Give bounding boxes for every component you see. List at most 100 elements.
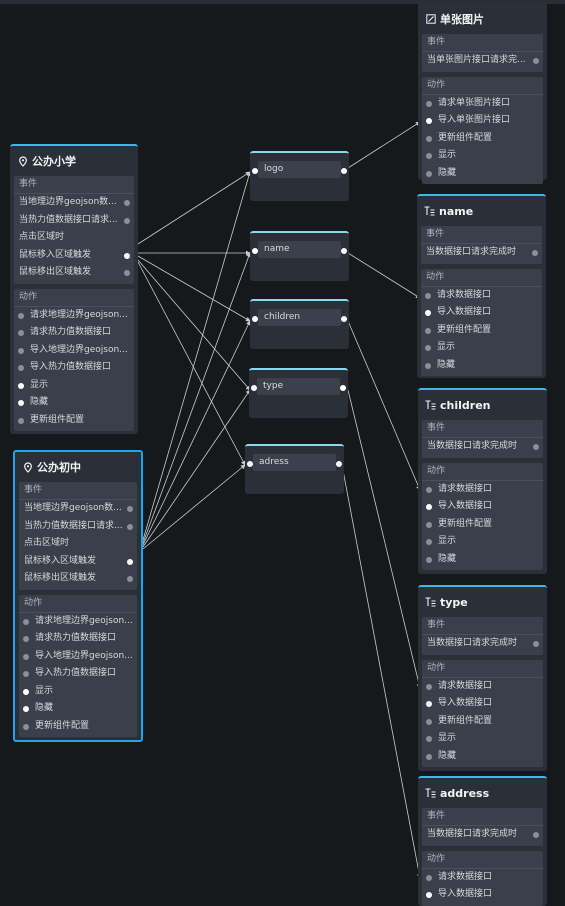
event-item[interactable]: 点击区域时: [19, 535, 137, 553]
output-port[interactable]: [127, 523, 133, 530]
input-port[interactable]: [18, 347, 24, 354]
action-item[interactable]: 导入热力值数据接口: [19, 665, 137, 683]
field-node-type[interactable]: type: [249, 368, 348, 418]
event-item[interactable]: 当数据接口请求完成时: [422, 826, 543, 844]
input-port[interactable]: [426, 556, 432, 563]
output-port[interactable]: [533, 58, 539, 64]
event-item[interactable]: 鼠标移出区域触发: [14, 264, 134, 282]
event-item[interactable]: 鼠标移入区域触发: [14, 247, 134, 265]
action-item[interactable]: 显示: [422, 533, 543, 551]
input-port[interactable]: [425, 310, 431, 316]
action-item[interactable]: 请求数据接口: [422, 869, 543, 887]
input-port[interactable]: [426, 753, 432, 760]
action-item[interactable]: 隐藏: [421, 357, 542, 375]
input-port[interactable]: [426, 170, 432, 177]
input-port[interactable]: [425, 362, 431, 369]
action-item[interactable]: 导入地理边界geojson...: [19, 648, 137, 666]
text-node-name[interactable]: name 事件 当数据接口请求完成时 动作 请求数据接口 导入数据接口 更新组件…: [417, 194, 546, 378]
action-item[interactable]: 请求数据接口: [422, 481, 543, 499]
input-port[interactable]: [425, 345, 431, 351]
input-port[interactable]: [252, 248, 258, 254]
output-port[interactable]: [127, 506, 133, 512]
input-port[interactable]: [426, 539, 432, 545]
text-node-children[interactable]: children 事件 当数据接口请求完成时 动作 请求数据接口 导入数据接口 …: [418, 388, 547, 574]
text-node-address[interactable]: address 事件 当数据接口请求完成时 动作 请求数据接口 导入数据接口: [418, 776, 547, 906]
action-item[interactable]: 更新组件配置: [422, 516, 543, 534]
output-port[interactable]: [124, 217, 130, 224]
output-port[interactable]: [532, 250, 538, 256]
input-port[interactable]: [23, 723, 29, 730]
input-port[interactable]: [23, 653, 29, 660]
map-node-primary-school[interactable]: 公办小学 事件 当地理边界geojson数... 当热力值数据接口请求... 点…: [10, 144, 138, 434]
input-port[interactable]: [23, 618, 29, 625]
action-item[interactable]: 请求数据接口: [421, 287, 542, 305]
output-port[interactable]: [533, 444, 539, 450]
action-item[interactable]: 更新组件配置: [19, 718, 137, 736]
action-item[interactable]: 隐藏: [14, 394, 134, 412]
action-item[interactable]: 更新组件配置: [422, 130, 543, 148]
input-port[interactable]: [18, 330, 24, 336]
input-port[interactable]: [23, 671, 29, 677]
output-port[interactable]: [533, 832, 539, 838]
text-node-type[interactable]: type 事件 当数据接口请求完成时 动作 请求数据接口 导入数据接口 更新组件…: [418, 585, 547, 771]
input-port[interactable]: [251, 385, 257, 391]
input-port[interactable]: [426, 892, 432, 898]
action-item[interactable]: 请求热力值数据接口: [14, 324, 134, 342]
action-item[interactable]: 更新组件配置: [14, 412, 134, 430]
action-item[interactable]: 请求地理边界geojson...: [19, 613, 137, 631]
action-item[interactable]: 隐藏: [422, 165, 543, 183]
output-port[interactable]: [336, 461, 342, 467]
event-item[interactable]: 当地理边界geojson数...: [19, 500, 137, 518]
event-item[interactable]: 当地理边界geojson数...: [14, 194, 134, 212]
input-port[interactable]: [23, 688, 29, 695]
input-port[interactable]: [426, 153, 432, 159]
event-item[interactable]: 鼠标移出区域触发: [19, 570, 137, 588]
event-item[interactable]: 当热力值数据接口请求...: [14, 212, 134, 230]
input-port[interactable]: [252, 316, 258, 322]
input-port[interactable]: [426, 504, 432, 510]
field-node-adress[interactable]: adress: [245, 444, 344, 494]
action-item[interactable]: 导入数据接口: [421, 304, 542, 322]
output-port[interactable]: [127, 558, 133, 565]
input-port[interactable]: [426, 736, 432, 742]
action-item[interactable]: 更新组件配置: [422, 713, 543, 731]
map-node-junior-school[interactable]: 公办初中 事件 当地理边界geojson数... 当热力值数据接口请求... 点…: [13, 450, 143, 742]
input-port[interactable]: [247, 461, 253, 467]
action-item[interactable]: 导入数据接口: [422, 695, 543, 713]
event-item[interactable]: 鼠标移入区域触发: [19, 553, 137, 571]
output-port[interactable]: [340, 385, 346, 391]
field-node-children[interactable]: children: [250, 299, 349, 349]
input-port[interactable]: [426, 874, 432, 881]
input-port[interactable]: [18, 365, 24, 371]
action-item[interactable]: 隐藏: [19, 700, 137, 718]
output-port[interactable]: [341, 248, 347, 254]
input-port[interactable]: [425, 327, 431, 334]
output-port[interactable]: [533, 641, 539, 647]
action-item[interactable]: 导入数据接口: [422, 498, 543, 516]
action-item[interactable]: 隐藏: [422, 748, 543, 766]
event-item[interactable]: 当数据接口请求完成时: [422, 635, 543, 653]
action-item[interactable]: 隐藏: [422, 551, 543, 569]
input-port[interactable]: [252, 168, 258, 174]
input-port[interactable]: [18, 400, 24, 406]
output-port[interactable]: [124, 252, 130, 259]
event-item[interactable]: 当数据接口请求完成时: [422, 438, 543, 456]
output-port[interactable]: [127, 576, 133, 582]
event-item[interactable]: 当单张图片接口请求完...: [422, 52, 543, 70]
input-port[interactable]: [426, 135, 432, 142]
input-port[interactable]: [426, 718, 432, 725]
action-item[interactable]: 显示: [422, 730, 543, 748]
action-item[interactable]: 导入单张图片接口: [422, 112, 543, 130]
input-port[interactable]: [426, 486, 432, 493]
action-item[interactable]: 显示: [19, 683, 137, 701]
action-item[interactable]: 请求地理边界geojson...: [14, 307, 134, 325]
output-port[interactable]: [124, 200, 130, 206]
event-item[interactable]: 当数据接口请求完成时: [421, 244, 542, 262]
field-node-logo[interactable]: logo: [250, 151, 349, 201]
input-port[interactable]: [23, 636, 29, 642]
input-port[interactable]: [426, 100, 432, 107]
action-item[interactable]: 导入热力值数据接口: [14, 359, 134, 377]
action-item[interactable]: 请求热力值数据接口: [19, 630, 137, 648]
input-port[interactable]: [18, 382, 24, 389]
image-node[interactable]: 单张图片 事件 当单张图片接口请求完... 动作 请求单张图片接口 导入单张图片…: [418, 2, 547, 184]
